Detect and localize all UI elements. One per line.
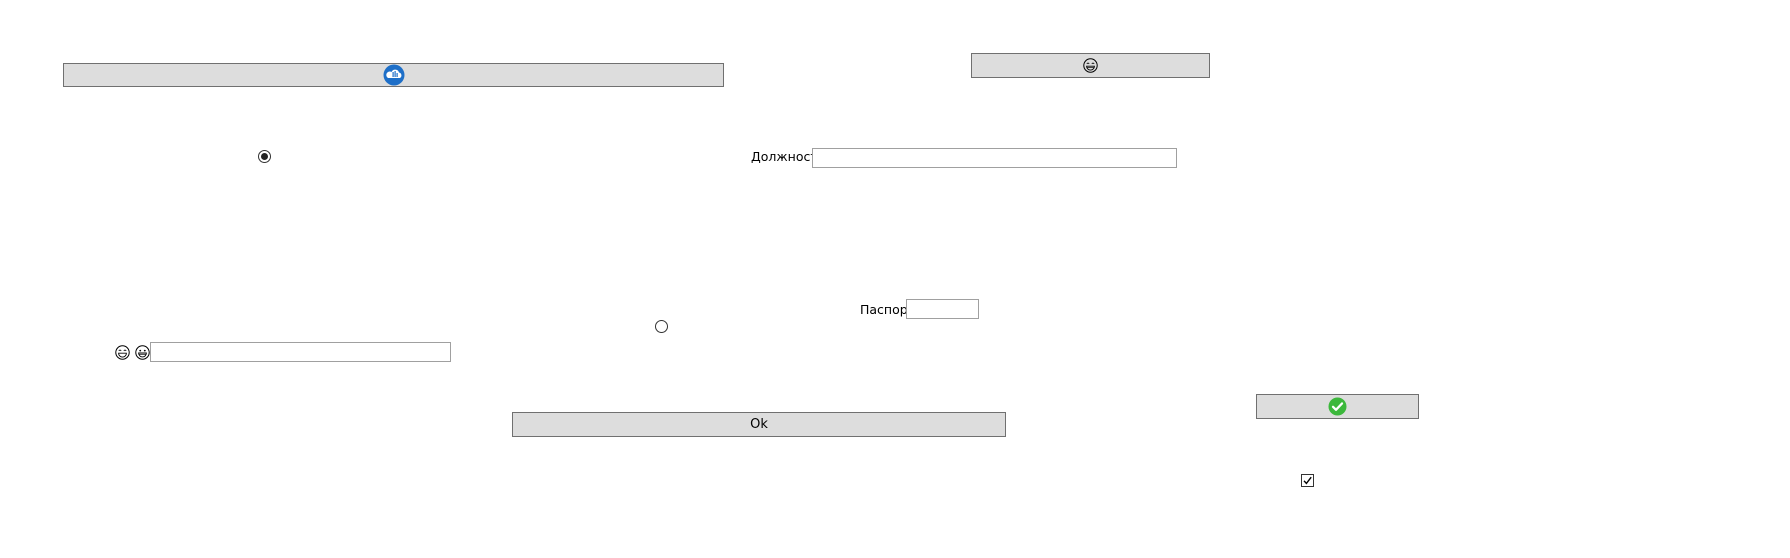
laughing-face-icon	[1083, 58, 1098, 73]
radio-option-2[interactable]	[655, 320, 668, 333]
checkbox[interactable]	[1301, 474, 1314, 487]
cloud-upload-button[interactable]	[63, 63, 724, 87]
radio-option-1[interactable]	[258, 150, 271, 163]
checkmark-icon	[1303, 476, 1312, 485]
check-circle-icon	[1328, 397, 1347, 416]
emoji-button[interactable]	[971, 53, 1210, 78]
passport-input[interactable]	[906, 299, 979, 319]
position-input[interactable]	[812, 148, 1177, 168]
grinning-face-icon	[135, 345, 150, 360]
radio-selected-dot	[261, 153, 268, 160]
cloud-upload-icon	[383, 64, 404, 86]
confirm-button[interactable]	[1256, 394, 1419, 419]
ok-button[interactable]: Ok	[512, 412, 1006, 437]
emoji-text-input[interactable]	[150, 342, 451, 362]
ok-button-label: Ok	[750, 417, 768, 432]
laughing-face-icon	[115, 345, 130, 360]
